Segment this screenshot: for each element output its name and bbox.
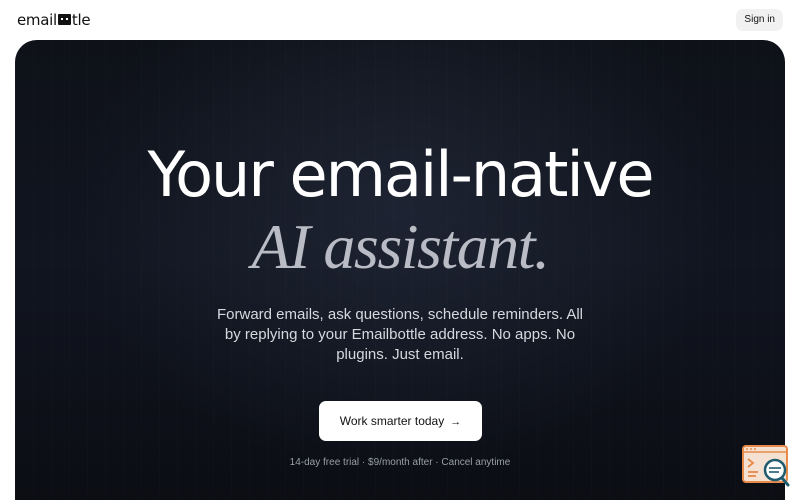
work-smarter-button[interactable]: Work smarter today → (319, 401, 482, 441)
pricing-fineprint: 14-day free trial · $9/month after · Can… (289, 457, 511, 468)
arrow-right-icon: → (450, 416, 462, 428)
top-navigation: email tle Sign in (0, 0, 800, 40)
logo-text-left: email (17, 11, 57, 29)
code-search-icon (742, 445, 790, 487)
hero-headline: Your email-native (147, 138, 654, 211)
floating-widget-button[interactable] (742, 444, 790, 488)
bottle-logo-icon (57, 13, 71, 25)
hero-headline-italic: AI assistant. (251, 211, 550, 282)
cta-label: Work smarter today (339, 414, 445, 428)
page: email tle Sign in Your email-native AI a… (0, 0, 800, 500)
logo-text-right: tle (71, 11, 91, 29)
hero-section: Your email-native AI assistant. Forward … (15, 40, 785, 500)
sign-in-button[interactable]: Sign in (736, 9, 783, 31)
hero-subtitle: Forward emails, ask questions, schedule … (217, 306, 583, 363)
brand-logo[interactable]: email tle (17, 10, 91, 30)
